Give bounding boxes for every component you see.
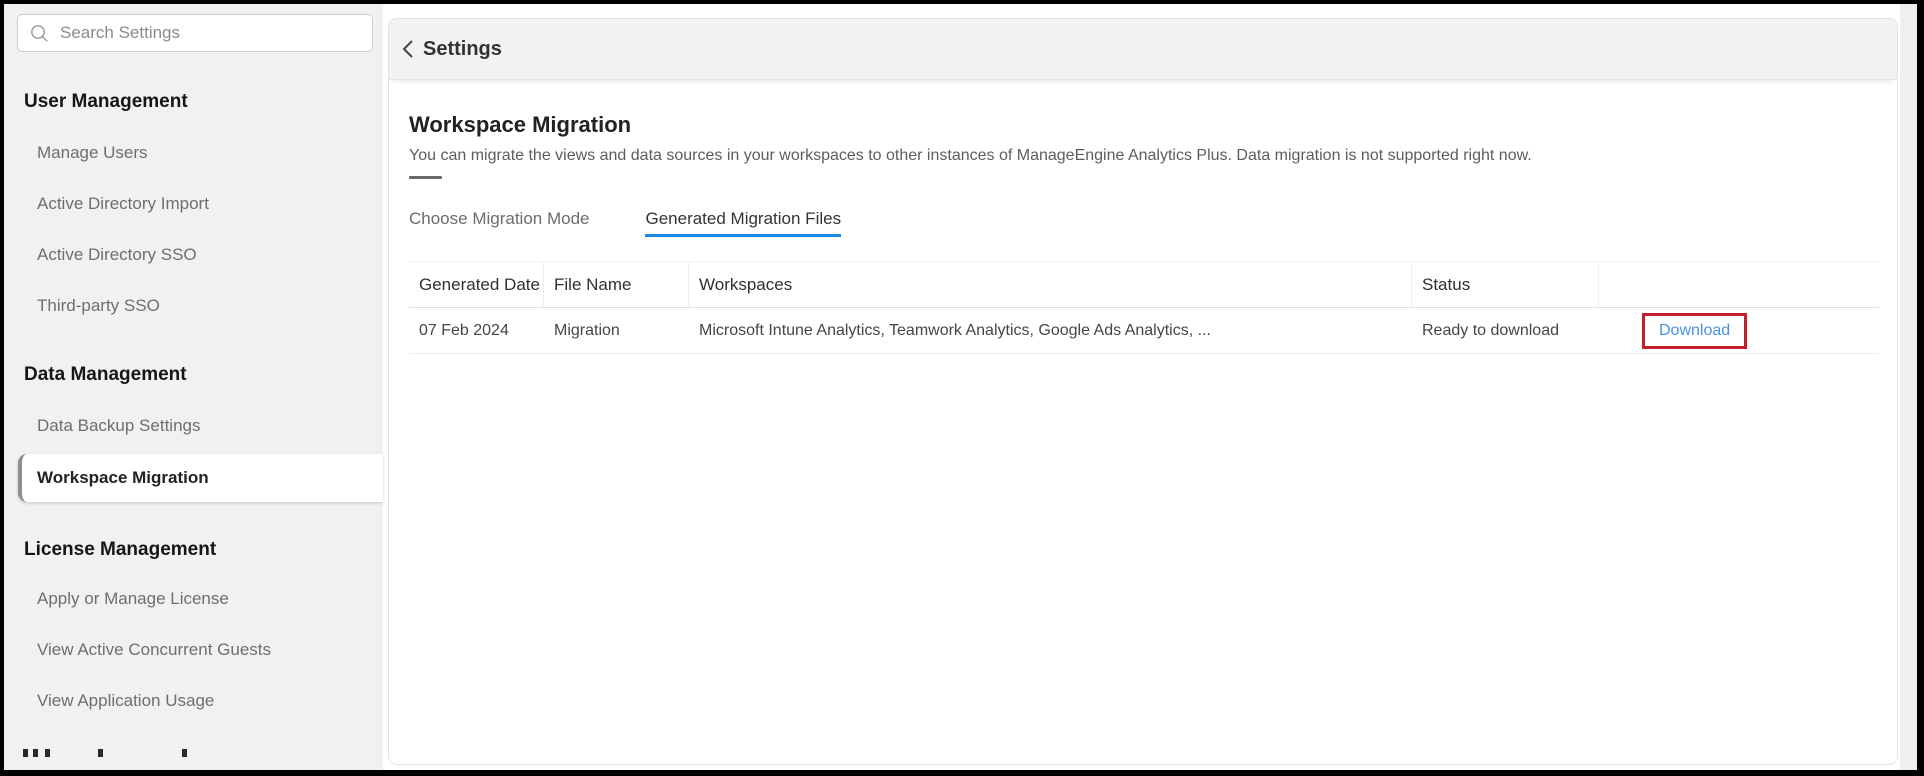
cell-generated-date: 07 Feb 2024 [409, 308, 544, 353]
scrollbar[interactable] [1900, 4, 1917, 770]
search-placeholder: Search Settings [60, 23, 180, 43]
sidebar-item-view-active-concurrent-guests[interactable]: View Active Concurrent Guests [4, 639, 383, 661]
sidebar-item-data-backup-settings[interactable]: Data Backup Settings [4, 415, 383, 437]
section-heading-user-management: User Management [4, 90, 383, 113]
sidebar-item-manage-users[interactable]: Manage Users [4, 142, 383, 164]
tab-generated-migration-files[interactable]: Generated Migration Files [645, 209, 841, 237]
table-row: 07 Feb 2024 Migration Microsoft Intune A… [409, 308, 1879, 354]
migration-files-table: Generated Date File Name Workspaces Stat… [409, 261, 1879, 354]
cell-status: Ready to download [1412, 308, 1599, 353]
clipped-section-heading [4, 749, 383, 757]
download-annotation-box: Download [1642, 313, 1747, 349]
chevron-left-icon [402, 39, 414, 59]
search-input[interactable]: Search Settings [17, 14, 373, 52]
sidebar-item-view-application-usage[interactable]: View Application Usage [4, 690, 383, 712]
settings-sidebar: Search Settings User Management Manage U… [4, 4, 383, 770]
download-link[interactable]: Download [1659, 322, 1730, 339]
sidebar-item-apply-or-manage-license[interactable]: Apply or Manage License [4, 588, 383, 610]
tab-choose-migration-mode[interactable]: Choose Migration Mode [409, 209, 589, 237]
column-header-status: Status [1412, 262, 1599, 307]
table-header-row: Generated Date File Name Workspaces Stat… [409, 261, 1879, 308]
page-description: You can migrate the views and data sourc… [409, 146, 1897, 165]
section-heading-license-management: License Management [4, 538, 383, 561]
cell-file-name: Migration [544, 308, 689, 353]
page-title: Workspace Migration [409, 112, 1897, 138]
panel-title: Settings [423, 38, 502, 61]
app-window: Search Settings User Management Manage U… [4, 4, 1917, 770]
column-header-file-name: File Name [544, 262, 689, 307]
panel-body: Workspace Migration You can migrate the … [389, 80, 1897, 354]
sidebar-item-third-party-sso[interactable]: Third-party SSO [4, 295, 383, 317]
description-underline [409, 176, 442, 179]
column-header-workspaces: Workspaces [689, 262, 1412, 307]
sidebar-nav: User Management Manage Users Active Dire… [4, 54, 383, 757]
column-header-generated-date: Generated Date [409, 262, 544, 307]
section-heading-data-management: Data Management [4, 363, 383, 386]
panel-header: Settings [389, 19, 1897, 80]
sidebar-item-active-directory-import[interactable]: Active Directory Import [4, 193, 383, 215]
column-header-actions [1599, 262, 1879, 307]
cell-actions: Download [1599, 308, 1879, 353]
cell-workspaces: Microsoft Intune Analytics, Teamwork Ana… [689, 308, 1412, 353]
sidebar-item-workspace-migration-selected[interactable]: Workspace Migration [18, 454, 383, 502]
back-to-settings[interactable]: Settings [402, 38, 502, 61]
sidebar-item-active-directory-sso[interactable]: Active Directory SSO [4, 244, 383, 266]
settings-panel: Settings Workspace Migration You can mig… [388, 18, 1898, 765]
tab-bar: Choose Migration Mode Generated Migratio… [409, 209, 1897, 237]
search-icon [30, 24, 49, 43]
